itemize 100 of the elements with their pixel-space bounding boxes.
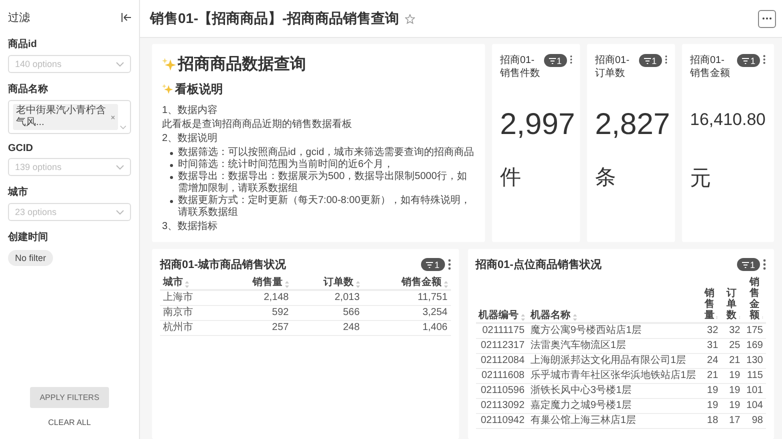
table-cell: 18 <box>699 414 722 428</box>
column-header[interactable]: 机器编号 <box>476 276 528 323</box>
column-header[interactable]: 销售量 <box>220 276 292 290</box>
apply-filters-button[interactable]: APPLY FILTERS <box>30 387 110 408</box>
bullet-icon <box>170 164 173 167</box>
table-cell: 32 <box>699 323 722 338</box>
table-cell: 02112084 <box>476 354 528 368</box>
column-header[interactable]: 订单数 <box>292 276 363 290</box>
table-cell: 248 <box>292 320 363 336</box>
filter-badge[interactable]: 1 <box>544 54 567 67</box>
table-cell: 1,406 <box>362 320 450 336</box>
chevron-down-icon <box>120 125 126 130</box>
table-cell: 02110596 <box>476 384 528 398</box>
table-cell: 19 <box>721 398 744 414</box>
markdown-paragraph: 3、数据指标 <box>162 221 219 233</box>
table-cell: 02111175 <box>476 323 528 338</box>
more-icon[interactable] <box>763 54 766 65</box>
filter-icon <box>742 262 749 268</box>
table-cell: 浙铁长风中心3号楼1层 <box>528 384 700 398</box>
list-item: 数据更新方式：定时更新（每天7:00-8:00更新），如有特殊说明，请联系数据组 <box>178 195 472 219</box>
filter-label: 城市 <box>8 185 29 199</box>
column-header[interactable]: 销售量 <box>699 276 722 323</box>
star-icon[interactable] <box>404 14 415 24</box>
table-cell: 有巢公馆上海三林店1层 <box>528 414 700 428</box>
metric-title: 招商01-销售金额 <box>690 54 731 80</box>
list-item: 时间筛选：统计时间范围为当前时间的近6个月， <box>178 159 394 170</box>
table-cell: 19 <box>699 398 722 414</box>
table-title: 招商01-城市商品销售状况 <box>160 258 286 272</box>
bullet-icon <box>170 200 173 203</box>
table-cell: 南京市 <box>160 306 221 320</box>
collapse-icon[interactable] <box>121 13 131 22</box>
table-cell: 130 <box>743 354 766 368</box>
metric-unit: 元 <box>690 166 712 192</box>
more-button[interactable] <box>758 10 776 28</box>
list-item: 数据筛选：可以按照商品id，gcid，城市来筛选需要查询的招商商品 <box>178 147 474 158</box>
metric-value: 2,827 <box>595 108 670 142</box>
table-cell: 115 <box>743 368 766 384</box>
sparkle-icon <box>162 84 173 95</box>
sidebar-title: 过滤 <box>8 11 30 25</box>
table-cell: 98 <box>743 414 766 428</box>
filter-badge[interactable]: 1 <box>421 258 444 271</box>
table-cell: 19 <box>721 384 744 398</box>
table-cell: 11,751 <box>362 290 450 306</box>
metric-value: 2,997 <box>500 108 576 142</box>
filter-badge[interactable]: 1 <box>736 258 760 271</box>
table-cell: 21 <box>699 368 722 384</box>
selected-tag: 老中街果汽小青柠含气风... <box>13 104 118 130</box>
markdown-subheading: 看板说明 <box>175 81 223 98</box>
column-header[interactable]: 订单数 <box>721 276 744 323</box>
more-icon <box>762 17 772 20</box>
sort-icon <box>356 281 360 288</box>
filter-icon <box>644 58 651 64</box>
column-header[interactable]: 机器名称 <box>528 276 700 323</box>
more-icon[interactable] <box>448 259 450 270</box>
table-cell: 17 <box>721 414 744 428</box>
table-cell: 19 <box>721 368 744 384</box>
table-cell: 02112317 <box>476 338 528 354</box>
more-icon[interactable] <box>570 54 572 65</box>
table-cell: 592 <box>220 306 292 320</box>
table-cell: 02111608 <box>476 368 528 384</box>
metric-title: 招商01-销售件数 <box>500 54 541 80</box>
table-cell: 法雷奥汽车物流区1层 <box>528 338 700 354</box>
table-cell: 21 <box>721 354 744 368</box>
table-cell: 2,013 <box>292 290 363 306</box>
table-cell: 566 <box>292 306 363 320</box>
table-cell: 2,148 <box>220 290 292 306</box>
filter-icon <box>426 262 434 268</box>
filter-label: 商品id <box>8 37 38 51</box>
table-cell: 25 <box>721 338 744 354</box>
date-filter-chip[interactable]: No filter <box>8 250 54 266</box>
table-cell: 嘉定魔力之城9号楼1层 <box>528 398 700 414</box>
table-cell: 24 <box>699 354 722 368</box>
chevron-down-icon <box>116 210 124 214</box>
chevron-down-icon <box>116 62 124 66</box>
table-cell: 乐乎城市青年社区张华浜地铁站店1层 <box>528 368 700 384</box>
filter-icon <box>742 58 750 64</box>
column-header[interactable]: 销售金额 <box>362 276 450 290</box>
table-cell: 104 <box>743 398 766 414</box>
filter-label: 商品名称 <box>8 82 49 96</box>
table-cell: 32 <box>721 323 744 338</box>
more-icon[interactable] <box>763 259 766 270</box>
table-cell: 19 <box>699 384 722 398</box>
table-cell: 175 <box>743 323 766 338</box>
sparkle-icon <box>162 58 176 72</box>
clear-all-button[interactable]: CLEAR ALL <box>44 416 95 429</box>
filter-badge[interactable]: 1 <box>638 54 662 67</box>
column-header[interactable]: 城市 <box>160 276 221 290</box>
more-icon[interactable] <box>664 54 667 65</box>
table-title: 招商01-点位商品销售状况 <box>476 258 602 272</box>
metric-value: 16,410.80 <box>690 110 766 130</box>
markdown-paragraph: 此看板是查询招商商品近期的销售数据看板 <box>162 119 353 131</box>
bullet-icon <box>170 176 173 179</box>
filter-label: 创建时间 <box>8 230 49 244</box>
column-header[interactable]: 销售金额 <box>743 276 766 323</box>
sort-icon <box>444 281 448 288</box>
table-cell: 02110942 <box>476 414 528 428</box>
filter-icon <box>548 58 556 64</box>
filter-badge[interactable]: 1 <box>737 54 760 67</box>
multi-select-field[interactable]: 老中街果汽小青柠含气风... <box>8 100 131 134</box>
dashboard-title: 销售01-【招商商品】-招商商品销售查询 <box>150 10 399 28</box>
